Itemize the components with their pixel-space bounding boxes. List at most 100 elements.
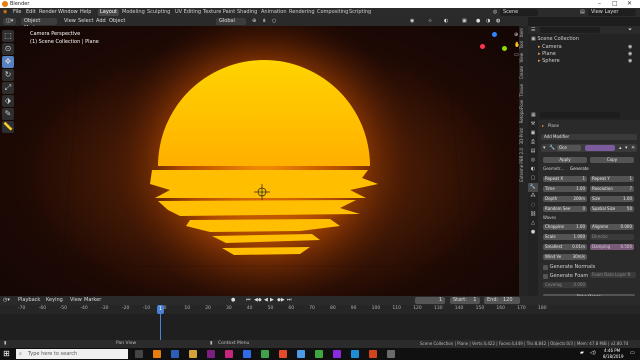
measure-icon[interactable]: 📏 (2, 121, 14, 133)
object-tab-icon[interactable]: ▢ (528, 174, 538, 183)
navigation-gizmo[interactable] (480, 32, 510, 60)
data-tab-icon[interactable]: △ (528, 219, 538, 228)
foam-data-layer-field[interactable]: Foam Data Layer N (590, 272, 636, 278)
generate-normals-checkbox[interactable]: Generate Normals (543, 264, 595, 270)
timeline-menu-view[interactable]: View (70, 297, 82, 304)
notifications-icon[interactable]: ▭ (630, 350, 635, 356)
network-icon[interactable]: ▰ (580, 350, 584, 356)
remove-modifier-icon[interactable]: ✕ (631, 145, 635, 151)
jump-start-icon[interactable]: ⏮ (246, 297, 251, 304)
tab-extreme-pbr[interactable]: Extreme PBR 2.0 (519, 146, 524, 184)
app-icon[interactable] (243, 350, 251, 358)
shading-solid-icon[interactable]: ● (476, 18, 480, 25)
checkbox-icon[interactable] (543, 273, 548, 279)
tab-view[interactable]: View (519, 51, 524, 65)
choppiness-field[interactable]: Choppine 1.00 (543, 224, 587, 230)
scene-selector[interactable]: Scene (500, 9, 538, 16)
timeline-menu-marker[interactable]: Marker (84, 297, 101, 304)
menu-render[interactable]: Render (39, 9, 57, 15)
mode-select[interactable]: Object Mode (21, 18, 57, 31)
render-tab-icon[interactable]: ▣ (528, 129, 538, 138)
outliner-root[interactable]: ▣ Scene Collection (531, 36, 579, 42)
app-icon[interactable] (297, 350, 305, 358)
move-down-icon[interactable]: ▾ (625, 145, 628, 151)
timeline-menu-keying[interactable]: Keying (46, 297, 63, 304)
outliner-type-icon[interactable]: ☰ (531, 27, 535, 33)
apply-button[interactable]: Apply (543, 157, 587, 163)
particles-tab-icon[interactable]: ⁂ (528, 192, 538, 201)
viewport-menu-object[interactable]: Object (109, 18, 125, 25)
app-icon[interactable] (351, 350, 359, 358)
material-tab-icon[interactable]: ● (528, 228, 538, 237)
tab-rendering[interactable]: Rendering (287, 9, 317, 16)
time-field[interactable]: Time 1.00 (543, 186, 587, 192)
scale-icon[interactable]: ⤢ (2, 82, 14, 94)
app-icon[interactable] (207, 350, 215, 358)
overlay-icon[interactable]: ◐ (444, 18, 448, 25)
tab-animation[interactable]: Animation (259, 9, 289, 16)
view-layer-selector[interactable]: View Layer (588, 9, 636, 16)
task-view-icon[interactable] (135, 350, 143, 358)
coverage-field[interactable]: Coverag 0.000 (543, 282, 587, 288)
outliner[interactable]: ☰ ⏷ ▣ Scene Collection ▸ Camera ▸ Plane … (528, 26, 640, 110)
app-icon[interactable] (225, 350, 233, 358)
record-icon[interactable]: ● (231, 297, 235, 304)
tab-texture-paint[interactable]: Texture Paint (201, 9, 237, 16)
app-icon[interactable] (333, 350, 341, 358)
gizmo-icon[interactable]: ⊹ (428, 18, 432, 25)
properties-type-icon[interactable]: ▦ (531, 112, 536, 118)
file-explorer-icon[interactable] (189, 350, 197, 358)
outliner-item-camera[interactable]: ▸ Camera (538, 44, 562, 50)
expand-chevron-icon[interactable]: ▾ (543, 145, 546, 151)
outliner-search-input[interactable] (540, 27, 600, 33)
menu-window[interactable]: Window (58, 9, 78, 15)
menu-edit[interactable]: Edit (26, 9, 36, 15)
tab-create[interactable]: Create (519, 64, 524, 81)
visibility-eye-icon[interactable]: ◉ (628, 44, 632, 50)
scale-field[interactable]: Scale 1.000 (543, 234, 587, 240)
gizmo-y-axis-icon[interactable] (502, 46, 507, 51)
play-reverse-icon[interactable]: ◀ (264, 297, 268, 304)
transform-orientation-select[interactable]: Global (216, 18, 246, 25)
spatial-size-field[interactable]: Spatial Size 50 (590, 206, 634, 212)
modifier-toggles[interactable] (585, 145, 615, 151)
outliner-item-sphere[interactable]: ▸ Sphere (538, 58, 560, 64)
pivot-icon[interactable]: ⊕ (252, 18, 256, 25)
tab-item[interactable]: Item (519, 26, 524, 39)
wind-velocity-field[interactable]: Wind Ve 30m/s (543, 254, 587, 260)
tab-modeling[interactable]: Modeling (120, 9, 147, 16)
select-box-icon[interactable]: ⬚ (2, 30, 14, 42)
viewport-menu-select[interactable]: Select (78, 18, 93, 25)
smallest-wave-field[interactable]: Smallest 0.01m (543, 244, 587, 250)
shading-material-icon[interactable]: ◑ (486, 18, 490, 25)
tool-tab-icon[interactable]: ⚒ (528, 120, 538, 129)
frame-start-field[interactable]: Start: 1 (450, 297, 480, 304)
gizmo-z-axis-icon[interactable] (492, 32, 497, 37)
visibility-eye-icon[interactable]: ◉ (628, 58, 632, 64)
zoom-icon[interactable]: ⊕ (514, 32, 518, 38)
xray-icon[interactable]: ▣ (462, 18, 467, 25)
play-icon[interactable]: ▶ (270, 297, 274, 304)
snap-icon[interactable]: ⋔ (262, 18, 266, 25)
visibility-eye-icon[interactable]: ◉ (628, 51, 632, 57)
tab-shading[interactable]: Shading (235, 9, 259, 16)
properties-search-input[interactable] (540, 112, 620, 118)
modifier-name-input[interactable]: Oce (557, 145, 581, 151)
maximize-icon[interactable]: □ (612, 0, 618, 7)
view-layer-tab-icon[interactable]: ▤ (528, 147, 538, 156)
gizmo-x-axis-icon[interactable] (480, 44, 485, 49)
random-seed-field[interactable]: Random See 0 (543, 206, 587, 212)
jump-end-icon[interactable]: ⏭ (287, 297, 292, 304)
timeline-menu-playback[interactable]: Playback (18, 297, 40, 304)
rotate-icon[interactable]: ↻ (2, 69, 14, 81)
checkbox-icon[interactable] (543, 264, 548, 270)
depth-field[interactable]: Depth 200m (543, 196, 587, 202)
add-modifier-button[interactable]: Add Modifier (541, 134, 637, 140)
generate-foam-checkbox[interactable]: Generate Foam (543, 273, 588, 279)
clock-time[interactable]: 4:46 PM (604, 348, 620, 353)
tab-retopoflow[interactable]: RetopoFlow (519, 98, 524, 125)
minimize-icon[interactable]: – (598, 0, 601, 7)
move-icon[interactable]: ✥ (2, 56, 14, 68)
tab-sculpting[interactable]: Sculpting (145, 9, 172, 16)
tab-scripting[interactable]: Scripting (347, 9, 373, 16)
